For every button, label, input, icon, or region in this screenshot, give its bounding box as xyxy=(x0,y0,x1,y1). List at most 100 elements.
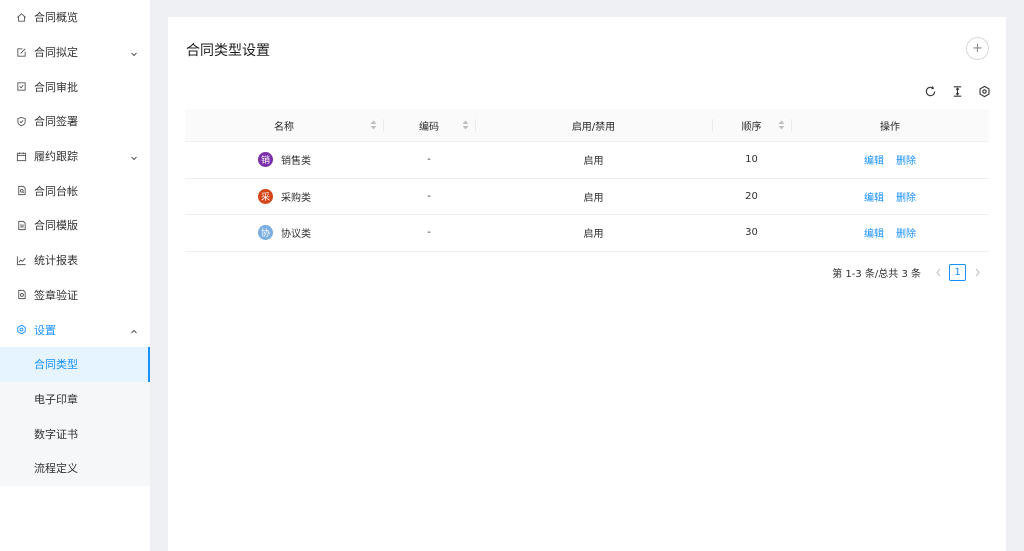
table-row: 采 采购类 - 启用 20 编辑 删除 xyxy=(185,179,989,216)
sidebar-item-label: 合同类型 xyxy=(34,358,78,372)
page-title: 合同类型设置 xyxy=(186,43,270,59)
column-label: 顺序 xyxy=(741,121,762,133)
actions-cell: 编辑 删除 xyxy=(791,215,989,251)
name-cell: 销 销售类 xyxy=(185,142,383,178)
settings-submenu: 合同类型 电子印章 数字证书 流程定义 xyxy=(0,346,150,486)
table-row: 销 销售类 - 启用 10 编辑 删除 xyxy=(185,142,989,179)
sidebar-item-overview[interactable]: 合同概览 xyxy=(0,0,150,35)
delete-link[interactable]: 删除 xyxy=(896,225,916,240)
shield-check-icon xyxy=(16,116,27,127)
column-label: 名称 xyxy=(274,121,294,133)
avatar: 销 xyxy=(258,152,273,168)
sidebar-item-template[interactable]: 合同模版 xyxy=(0,208,150,243)
name-cell: 采 采购类 xyxy=(185,179,383,215)
chevron-right-icon[interactable] xyxy=(972,268,982,278)
sidebar-item-label: 设置 xyxy=(34,323,56,337)
refresh-icon[interactable] xyxy=(924,85,937,98)
sidebar-item-process[interactable]: 流程定义 xyxy=(0,450,150,486)
delete-link[interactable]: 删除 xyxy=(896,152,916,167)
column-header-status: 启用/禁用 xyxy=(475,109,712,141)
sidebar-item-ledger[interactable]: 合同台帐 xyxy=(0,173,150,208)
sidebar-item-label: 合同签署 xyxy=(34,115,78,129)
line-chart-icon xyxy=(16,255,27,266)
code-cell: - xyxy=(427,227,431,239)
column-header-actions: 操作 xyxy=(791,109,989,141)
status-cell: 启用 xyxy=(583,192,604,204)
add-button[interactable]: + xyxy=(966,37,989,60)
sidebar-item-settings[interactable]: 设置 xyxy=(0,312,150,347)
sidebar-item-label: 统计报表 xyxy=(34,254,78,268)
check-square-icon xyxy=(16,81,27,92)
sidebar-item-label: 合同拟定 xyxy=(34,46,78,60)
edit-icon xyxy=(16,47,27,58)
chevron-down-icon xyxy=(130,48,138,57)
main-card: 合同类型设置 + 名称 编码 启用/禁用 顺序 操作 销 销售类 - 启用 10… xyxy=(168,17,1006,551)
sidebar-item-label: 合同模版 xyxy=(34,219,78,233)
sort-icon[interactable] xyxy=(462,120,469,130)
sidebar-item-draft[interactable]: 合同拟定 xyxy=(0,35,150,70)
home-icon xyxy=(16,12,27,23)
sidebar-item-approval[interactable]: 合同审批 xyxy=(0,69,150,104)
table-header: 名称 编码 启用/禁用 顺序 操作 xyxy=(185,109,989,142)
avatar: 协 xyxy=(258,225,273,241)
chevron-down-icon xyxy=(130,152,138,161)
edit-link[interactable]: 编辑 xyxy=(864,152,884,167)
column-header-name[interactable]: 名称 xyxy=(185,109,383,141)
sort-icon[interactable] xyxy=(778,120,785,130)
name-cell: 协 协议类 xyxy=(185,215,383,251)
page-number[interactable]: 1 xyxy=(949,264,966,281)
type-name: 销售类 xyxy=(281,156,311,168)
delete-link[interactable]: 删除 xyxy=(896,189,916,204)
table-toolbar xyxy=(924,85,991,98)
type-name: 采购类 xyxy=(281,192,311,204)
edit-link[interactable]: 编辑 xyxy=(864,189,884,204)
file-search-icon xyxy=(16,185,27,196)
actions-cell: 编辑 删除 xyxy=(791,179,989,215)
chevron-left-icon[interactable] xyxy=(933,268,943,278)
table-row: 协 协议类 - 启用 30 编辑 删除 xyxy=(185,215,989,252)
chevron-up-icon xyxy=(130,326,138,334)
type-name: 协议类 xyxy=(281,229,311,241)
sidebar-item-reports[interactable]: 统计报表 xyxy=(0,243,150,278)
column-label: 启用/禁用 xyxy=(571,121,616,133)
calendar-icon xyxy=(16,151,27,162)
sidebar-item-contract-type[interactable]: 合同类型 xyxy=(0,346,150,382)
column-label: 操作 xyxy=(880,121,900,133)
contract-type-table: 名称 编码 启用/禁用 顺序 操作 销 销售类 - 启用 10 编辑 删除 采 … xyxy=(185,109,989,252)
sidebar-item-certificate[interactable]: 数字证书 xyxy=(0,416,150,451)
sidebar-item-label: 合同台帐 xyxy=(34,184,78,198)
code-cell: - xyxy=(427,154,431,166)
sidebar-item-seal-verify[interactable]: 签章验证 xyxy=(0,278,150,313)
settings-icon xyxy=(16,324,27,335)
status-cell: 启用 xyxy=(583,229,604,241)
order-cell: 30 xyxy=(745,227,758,239)
code-cell: - xyxy=(427,190,431,202)
file-text-icon xyxy=(16,220,27,231)
edit-link[interactable]: 编辑 xyxy=(864,225,884,240)
settings-icon[interactable] xyxy=(978,85,991,98)
pagination-summary: 第 1-3 条/总共 3 条 xyxy=(832,269,921,280)
order-cell: 10 xyxy=(745,154,758,166)
sidebar-item-e-seal[interactable]: 电子印章 xyxy=(0,381,150,417)
sort-icon[interactable] xyxy=(370,120,377,130)
pagination: 第 1-3 条/总共 3 条 1 xyxy=(832,264,988,281)
sidebar-item-label: 流程定义 xyxy=(34,462,78,476)
sidebar-menu: 合同概览 合同拟定 合同审批 合同签署 履约跟踪 合同台帐 合同模版 统计报表 … xyxy=(0,0,150,347)
sidebar-item-signing[interactable]: 合同签署 xyxy=(0,104,150,139)
column-label: 编码 xyxy=(419,121,439,133)
column-height-icon[interactable] xyxy=(951,85,964,98)
column-header-order[interactable]: 顺序 xyxy=(712,109,791,141)
order-cell: 20 xyxy=(745,190,758,202)
column-header-code[interactable]: 编码 xyxy=(383,109,475,141)
sidebar-item-label: 签章验证 xyxy=(34,288,78,302)
file-verify-icon xyxy=(16,289,27,300)
status-cell: 启用 xyxy=(583,156,604,168)
sidebar-item-label: 合同审批 xyxy=(34,80,78,94)
sidebar-item-tracking[interactable]: 履约跟踪 xyxy=(0,139,150,174)
sidebar-item-label: 履约跟踪 xyxy=(34,150,78,164)
sidebar-item-label: 电子印章 xyxy=(34,392,78,406)
actions-cell: 编辑 删除 xyxy=(791,142,989,178)
sidebar: 合同概览 合同拟定 合同审批 合同签署 履约跟踪 合同台帐 合同模版 统计报表 … xyxy=(0,0,150,551)
sidebar-item-label: 数字证书 xyxy=(34,427,78,441)
sidebar-item-label: 合同概览 xyxy=(34,11,78,25)
